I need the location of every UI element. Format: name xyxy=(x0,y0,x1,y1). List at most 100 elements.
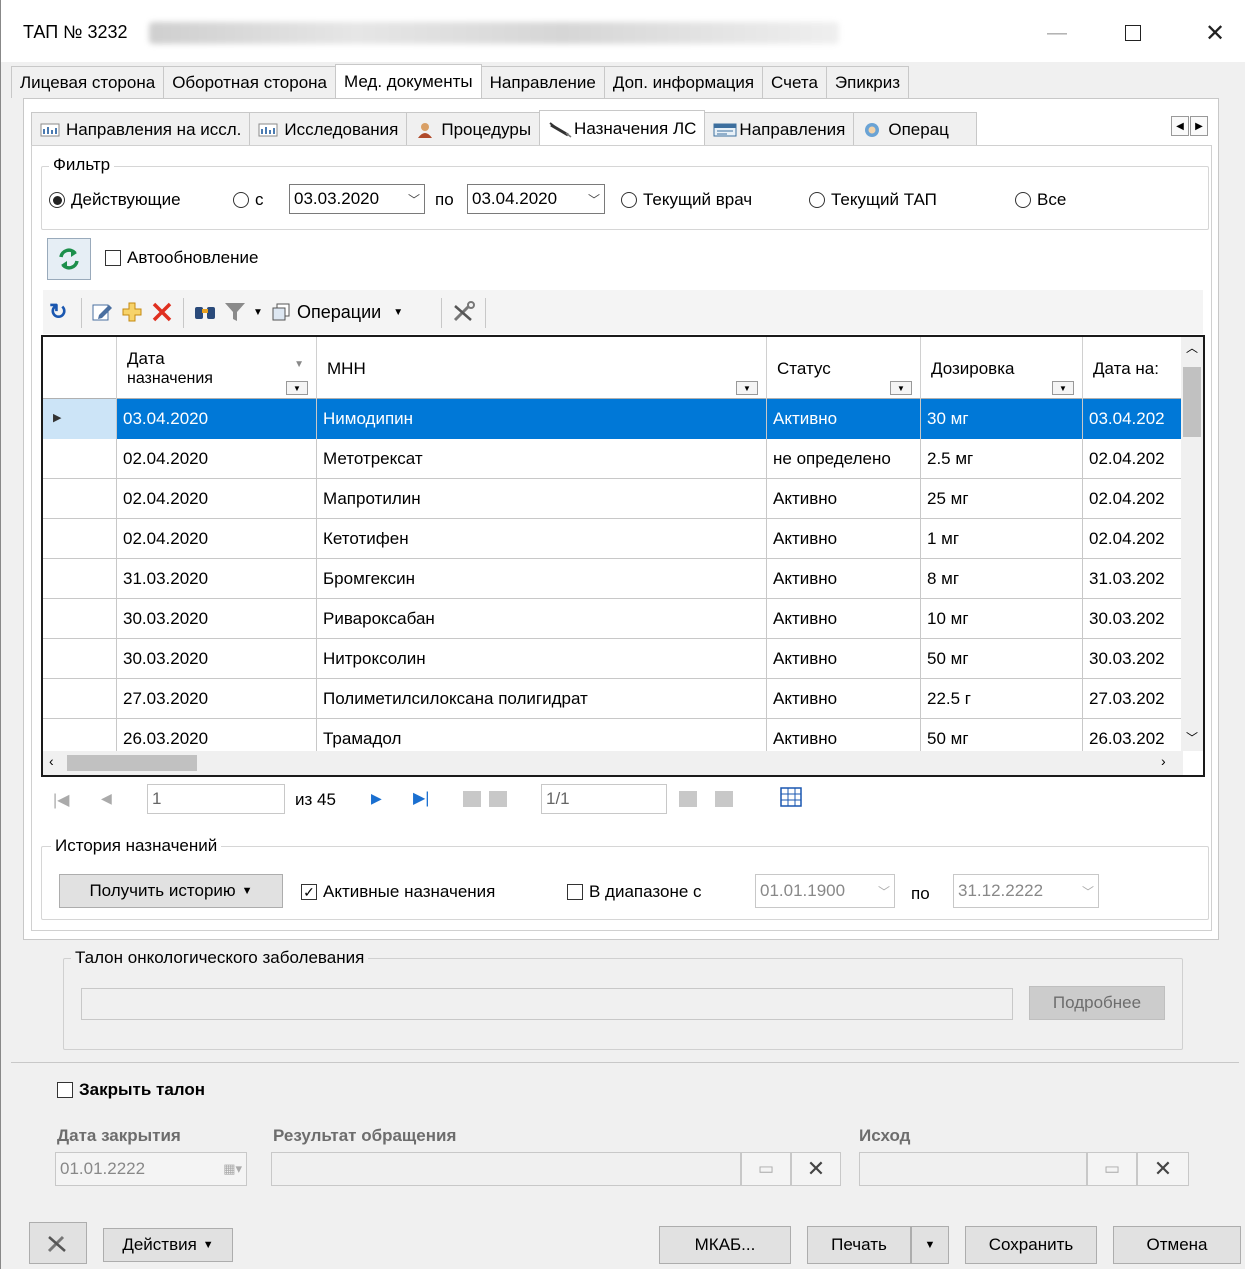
tab-back[interactable]: Оборотная сторона xyxy=(163,66,336,98)
outcome-lookup-button[interactable]: ▭ xyxy=(1087,1152,1137,1186)
result-clear-button[interactable]: ✕ xyxy=(791,1152,841,1186)
close-ticket-checkbox[interactable]: Закрыть талон xyxy=(57,1080,205,1100)
cell-status[interactable]: Активно xyxy=(767,679,921,719)
row-selector[interactable] xyxy=(43,639,117,679)
tab-scroll-left-icon[interactable]: ◀ xyxy=(1171,116,1189,136)
row-selector[interactable]: ▶ xyxy=(43,399,117,439)
cell-status[interactable]: Активно xyxy=(767,399,921,439)
maximize-icon[interactable] xyxy=(1113,14,1153,52)
row-selector[interactable] xyxy=(43,479,117,519)
cell-status[interactable]: Активно xyxy=(767,479,921,519)
row-selector[interactable] xyxy=(43,559,117,599)
cell-date[interactable]: 03.04.2020 xyxy=(117,399,317,439)
cell-date-assigned[interactable]: 02.04.202 xyxy=(1083,439,1183,479)
result-lookup-button[interactable]: ▭ xyxy=(741,1152,791,1186)
cell-mnn[interactable]: Мапротилин xyxy=(317,479,767,519)
column-filter-icon[interactable]: ▼ xyxy=(890,381,912,395)
last-page-icon[interactable]: ▶| xyxy=(413,788,429,808)
radio-current-doctor[interactable]: Текущий врач xyxy=(621,190,752,210)
scroll-right-icon[interactable]: › xyxy=(1161,753,1166,769)
column-filter-icon[interactable]: ▼ xyxy=(1052,381,1074,395)
autoupdate-checkbox[interactable]: Автообновление xyxy=(105,248,258,268)
print-button[interactable]: Печать xyxy=(807,1226,911,1264)
row-selector[interactable] xyxy=(43,519,117,559)
refresh-button[interactable] xyxy=(47,238,91,280)
tab-med-docs[interactable]: Мед. документы xyxy=(335,64,482,98)
vertical-scrollbar[interactable]: ︿ ﹀ xyxy=(1181,337,1203,751)
row-selector[interactable] xyxy=(43,679,117,719)
header-status[interactable]: Статус ▼ xyxy=(767,337,921,399)
radio-active[interactable]: Действующие xyxy=(49,190,181,210)
get-history-button[interactable]: Получить историю ▼ xyxy=(59,874,283,908)
tab-bills[interactable]: Счета xyxy=(762,66,827,98)
page-input[interactable]: 1 xyxy=(147,784,285,814)
cell-status[interactable]: Активно xyxy=(767,599,921,639)
cell-dosage[interactable]: 22.5 г xyxy=(921,679,1083,719)
edit-icon[interactable] xyxy=(91,298,113,326)
tools-icon[interactable] xyxy=(451,298,477,326)
record-nav2-icon[interactable] xyxy=(675,788,745,810)
cell-mnn[interactable]: Ривароксабан xyxy=(317,599,767,639)
subtab-procedures[interactable]: Процедуры xyxy=(406,112,541,146)
row-selector[interactable] xyxy=(43,439,117,479)
header-mnn[interactable]: МНН ▼ xyxy=(317,337,767,399)
cell-date-assigned[interactable]: 03.04.202 xyxy=(1083,399,1183,439)
subtab-research[interactable]: Исследования xyxy=(249,112,408,146)
delete-icon[interactable] xyxy=(151,298,173,326)
subtab-research-referrals[interactable]: Направления на иссл. xyxy=(31,112,251,146)
horizontal-scroll-thumb[interactable] xyxy=(67,755,197,771)
header-dosage[interactable]: Дозировка ▼ xyxy=(921,337,1083,399)
details-button[interactable]: Подробнее xyxy=(1029,986,1165,1020)
mkab-button[interactable]: МКАБ... xyxy=(659,1226,791,1264)
cell-dosage[interactable]: 30 мг xyxy=(921,399,1083,439)
cell-date[interactable]: 27.03.2020 xyxy=(117,679,317,719)
cell-dosage[interactable]: 10 мг xyxy=(921,599,1083,639)
cell-date-assigned[interactable]: 27.03.202 xyxy=(1083,679,1183,719)
minimize-icon[interactable]: — xyxy=(1037,14,1077,52)
tab-scroll-right-icon[interactable]: ▶ xyxy=(1190,116,1208,136)
active-prescriptions-checkbox[interactable]: ✓ Активные назначения xyxy=(301,882,495,902)
radio-from[interactable]: с xyxy=(233,190,264,210)
actions-button[interactable]: Действия ▼ xyxy=(103,1228,233,1262)
close-icon[interactable]: ✕ xyxy=(1195,14,1235,52)
undo-icon[interactable]: ↻ xyxy=(49,298,67,326)
scroll-up-icon[interactable]: ︿ xyxy=(1186,339,1198,356)
table-row[interactable]: 02.04.2020 Метотрексат не определено 2.5 мг… xyxy=(43,439,1183,479)
scroll-down-icon[interactable]: ﹀ xyxy=(1186,729,1198,746)
close-date-field[interactable]: 01.01.2222 ▦▾ xyxy=(55,1152,247,1186)
save-button[interactable]: Сохранить xyxy=(965,1226,1097,1264)
cell-date-assigned[interactable]: 30.03.202 xyxy=(1083,599,1183,639)
table-row[interactable]: 30.03.2020 Ривароксабан Активно 10 мг 30.03.… xyxy=(43,599,1183,639)
row-selector[interactable] xyxy=(43,599,117,639)
binoculars-icon[interactable] xyxy=(193,298,217,326)
record-input[interactable]: 1/1 xyxy=(541,784,667,814)
onco-textbox[interactable] xyxy=(81,988,1013,1020)
cell-dosage[interactable]: 50 мг xyxy=(921,639,1083,679)
cell-status[interactable]: не определено xyxy=(767,439,921,479)
tab-referral[interactable]: Направление xyxy=(480,66,605,98)
cell-mnn[interactable]: Метотрексат xyxy=(317,439,767,479)
subtab-operations[interactable]: Операц xyxy=(853,112,978,146)
prev-page-icon[interactable]: ◀ xyxy=(101,790,112,807)
record-nav-icon[interactable] xyxy=(461,788,509,810)
cell-dosage[interactable]: 1 мг xyxy=(921,519,1083,559)
table-row[interactable]: 02.04.2020 Кетотифен Активно 1 мг 02.04.202 xyxy=(43,519,1183,559)
radio-all[interactable]: Все xyxy=(1015,190,1066,210)
cell-dosage[interactable]: 25 мг xyxy=(921,479,1083,519)
header-date[interactable]: Дата назначения ▼ ▼ xyxy=(117,337,317,399)
tab-epicrisis[interactable]: Эпикриз xyxy=(825,66,910,98)
cell-date[interactable]: 02.04.2020 xyxy=(117,439,317,479)
history-date-from[interactable]: 01.01.1900 ﹀ xyxy=(755,874,895,908)
history-date-to[interactable]: 31.12.2222 ﹀ xyxy=(953,874,1099,908)
result-field[interactable] xyxy=(271,1152,741,1186)
next-page-icon[interactable]: ▶ xyxy=(371,790,382,807)
add-icon[interactable] xyxy=(121,298,143,326)
column-filter-icon[interactable]: ▼ xyxy=(286,381,308,395)
table-row[interactable]: 30.03.2020 Нитроксолин Активно 50 мг 30.03.2… xyxy=(43,639,1183,679)
settings-button[interactable] xyxy=(29,1222,87,1264)
subtab-referrals[interactable]: Направления xyxy=(704,112,855,146)
scroll-left-icon[interactable]: ‹ xyxy=(49,753,54,769)
cell-date[interactable]: 02.04.2020 xyxy=(117,519,317,559)
radio-current-tap[interactable]: Текущий ТАП xyxy=(809,190,937,210)
vertical-scroll-thumb[interactable] xyxy=(1183,367,1201,437)
